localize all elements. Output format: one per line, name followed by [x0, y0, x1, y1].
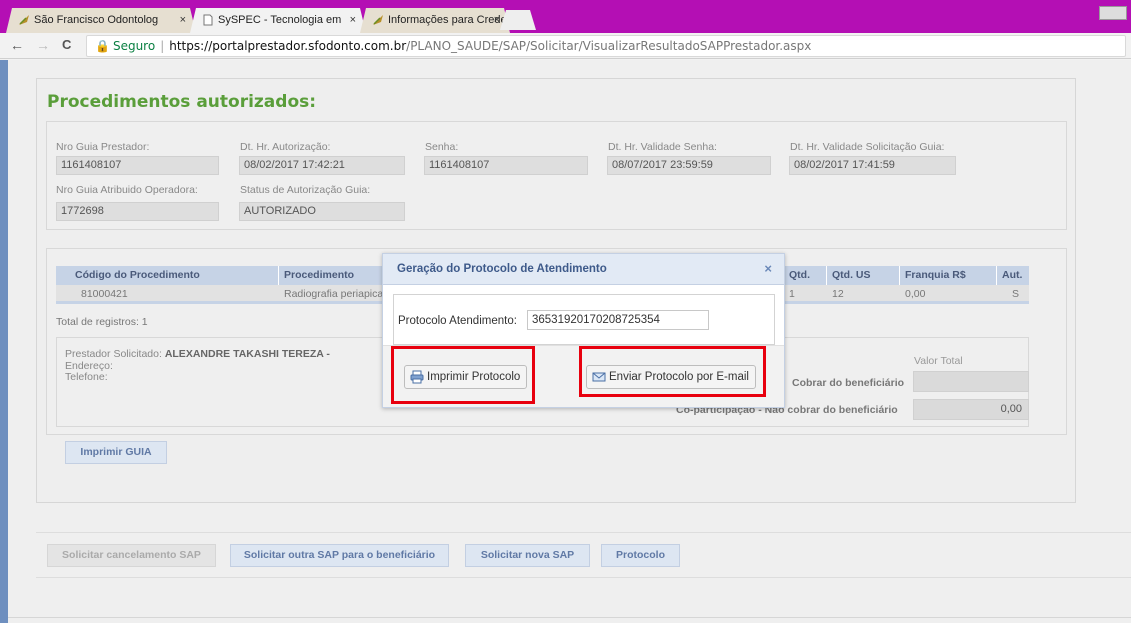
secure-label: Seguro	[112, 39, 156, 53]
nro-guia-operadora-label: Nro Guia Atribuido Operadora:	[56, 184, 198, 196]
leaf-favicon-icon	[372, 14, 384, 26]
tab-close-icon[interactable]: ×	[350, 8, 356, 33]
prestador-line: Prestador Solicitado: ALEXANDRE TAKASHI …	[65, 348, 330, 360]
forward-arrow-icon[interactable]: →	[36, 38, 50, 52]
senha-label: Senha:	[425, 141, 459, 153]
validade-senha-value: 08/07/2017 23:59:59	[607, 156, 771, 175]
prestador-label: Prestador Solicitado:	[65, 348, 162, 360]
highlight-frame-print	[391, 346, 535, 404]
senha-value: 1161408107	[424, 156, 588, 175]
url-path: /PLANO_SAUDE/SAP/Solicitar/VisualizarRes…	[406, 39, 812, 53]
browser-tab-informacoes[interactable]: Informações para Creden ×	[360, 8, 510, 33]
solicitar-nova-sap-button[interactable]: Solicitar nova SAP	[465, 544, 590, 567]
lock-icon: 🔒	[95, 39, 110, 53]
valor-total-label: Valor Total	[914, 355, 963, 367]
status-autorizacao-value: AUTORIZADO	[239, 202, 405, 221]
coparticipacao-value: 0,00	[913, 399, 1029, 420]
cell-qtd-us: 12	[832, 288, 844, 300]
browser-tab-sao-francisco[interactable]: São Francisco Odontolog ×	[6, 8, 196, 33]
tab-title: Informações para Creden	[388, 14, 510, 26]
header-franquia[interactable]: Franquia R$	[899, 266, 996, 285]
nro-guia-prestador-label: Nro Guia Prestador:	[56, 141, 150, 153]
cell-franquia: 0,00	[905, 288, 926, 300]
tab-close-icon[interactable]: ×	[180, 8, 186, 33]
cell-qtd: 1	[789, 288, 795, 300]
header-aut[interactable]: Aut.	[996, 266, 1029, 285]
window-control-icon[interactable]	[1099, 6, 1127, 20]
cell-procedimento: Radiografia periapical	[284, 288, 383, 300]
tab-close-icon[interactable]: ×	[494, 8, 500, 33]
header-qtd-us[interactable]: Qtd. US	[826, 266, 899, 285]
nro-guia-prestador-value: 1161408107	[56, 156, 219, 175]
header-codigo[interactable]: Código do Procedimento	[70, 266, 278, 285]
validade-senha-label: Dt. Hr. Validade Senha:	[608, 141, 717, 153]
modal-title: Geração do Protocolo de Atendimento	[397, 263, 607, 275]
modal-body: Protocolo Atendimento:	[393, 294, 775, 345]
header-procedimento[interactable]: Procedimento	[278, 266, 388, 285]
tab-title: São Francisco Odontolog	[34, 14, 159, 26]
telefone-label: Telefone:	[65, 371, 108, 383]
cobrar-beneficiario-value	[913, 371, 1029, 392]
solicitar-outra-sap-button[interactable]: Solicitar outra SAP para o beneficiário	[230, 544, 449, 567]
page-title: Procedimentos autorizados:	[47, 92, 317, 112]
url-host: https://portalprestador.sfodonto.com.br	[169, 39, 407, 53]
url-separator: |	[160, 39, 165, 53]
left-accent-strip	[0, 60, 8, 623]
reload-icon[interactable]: C	[62, 38, 71, 52]
cancelar-sap-button[interactable]: Solicitar cancelamento SAP	[47, 544, 216, 567]
protocolo-button[interactable]: Protocolo	[601, 544, 680, 567]
cell-aut: S	[1012, 288, 1020, 300]
browser-tab-strip: São Francisco Odontolog × SySPEC - Tecno…	[0, 0, 1131, 33]
nro-guia-operadora-value: 1772698	[56, 202, 219, 221]
highlight-frame-email	[579, 346, 766, 397]
validade-solicitacao-value: 08/02/2017 17:41:59	[789, 156, 956, 175]
back-arrow-icon[interactable]: ←	[10, 38, 24, 52]
modal-header[interactable]: Geração do Protocolo de Atendimento ×	[383, 254, 784, 285]
dt-autorizacao-label: Dt. Hr. Autorização:	[240, 141, 331, 153]
bottom-divider	[8, 617, 1131, 618]
tab-title: SySPEC - Tecnologia em	[218, 14, 342, 26]
url-input[interactable]: 🔒 Seguro | https://portalprestador.sfodonto…	[86, 35, 1126, 57]
dt-autorizacao-value: 08/02/2017 17:42:21	[239, 156, 405, 175]
browser-tab-syspec[interactable]: SySPEC - Tecnologia em ×	[190, 8, 366, 33]
status-autorizacao-label: Status de Autorização Guia:	[240, 184, 371, 196]
prestador-name: ALEXANDRE TAKASHI TEREZA -	[164, 348, 330, 360]
cell-codigo: 81000421	[81, 288, 128, 300]
protocolo-atendimento-field[interactable]	[527, 310, 709, 330]
address-bar: ← → C 🔒 Seguro | https://portalprestador.sf…	[0, 33, 1131, 59]
imprimir-guia-button[interactable]: Imprimir GUIA	[65, 441, 167, 464]
protocolo-atendimento-label: Protocolo Atendimento:	[398, 315, 517, 327]
leaf-favicon-icon	[18, 14, 30, 26]
page-favicon-icon	[202, 14, 214, 26]
header-qtd[interactable]: Qtd.	[783, 266, 826, 285]
total-registros: Total de registros: 1	[56, 316, 148, 328]
close-icon[interactable]: ×	[764, 261, 772, 276]
cobrar-beneficiario-label: Cobrar do beneficiário	[792, 377, 905, 389]
new-tab-button[interactable]	[500, 10, 536, 30]
validade-solicitacao-label: Dt. Hr. Validade Solicitação Guia:	[790, 141, 945, 153]
